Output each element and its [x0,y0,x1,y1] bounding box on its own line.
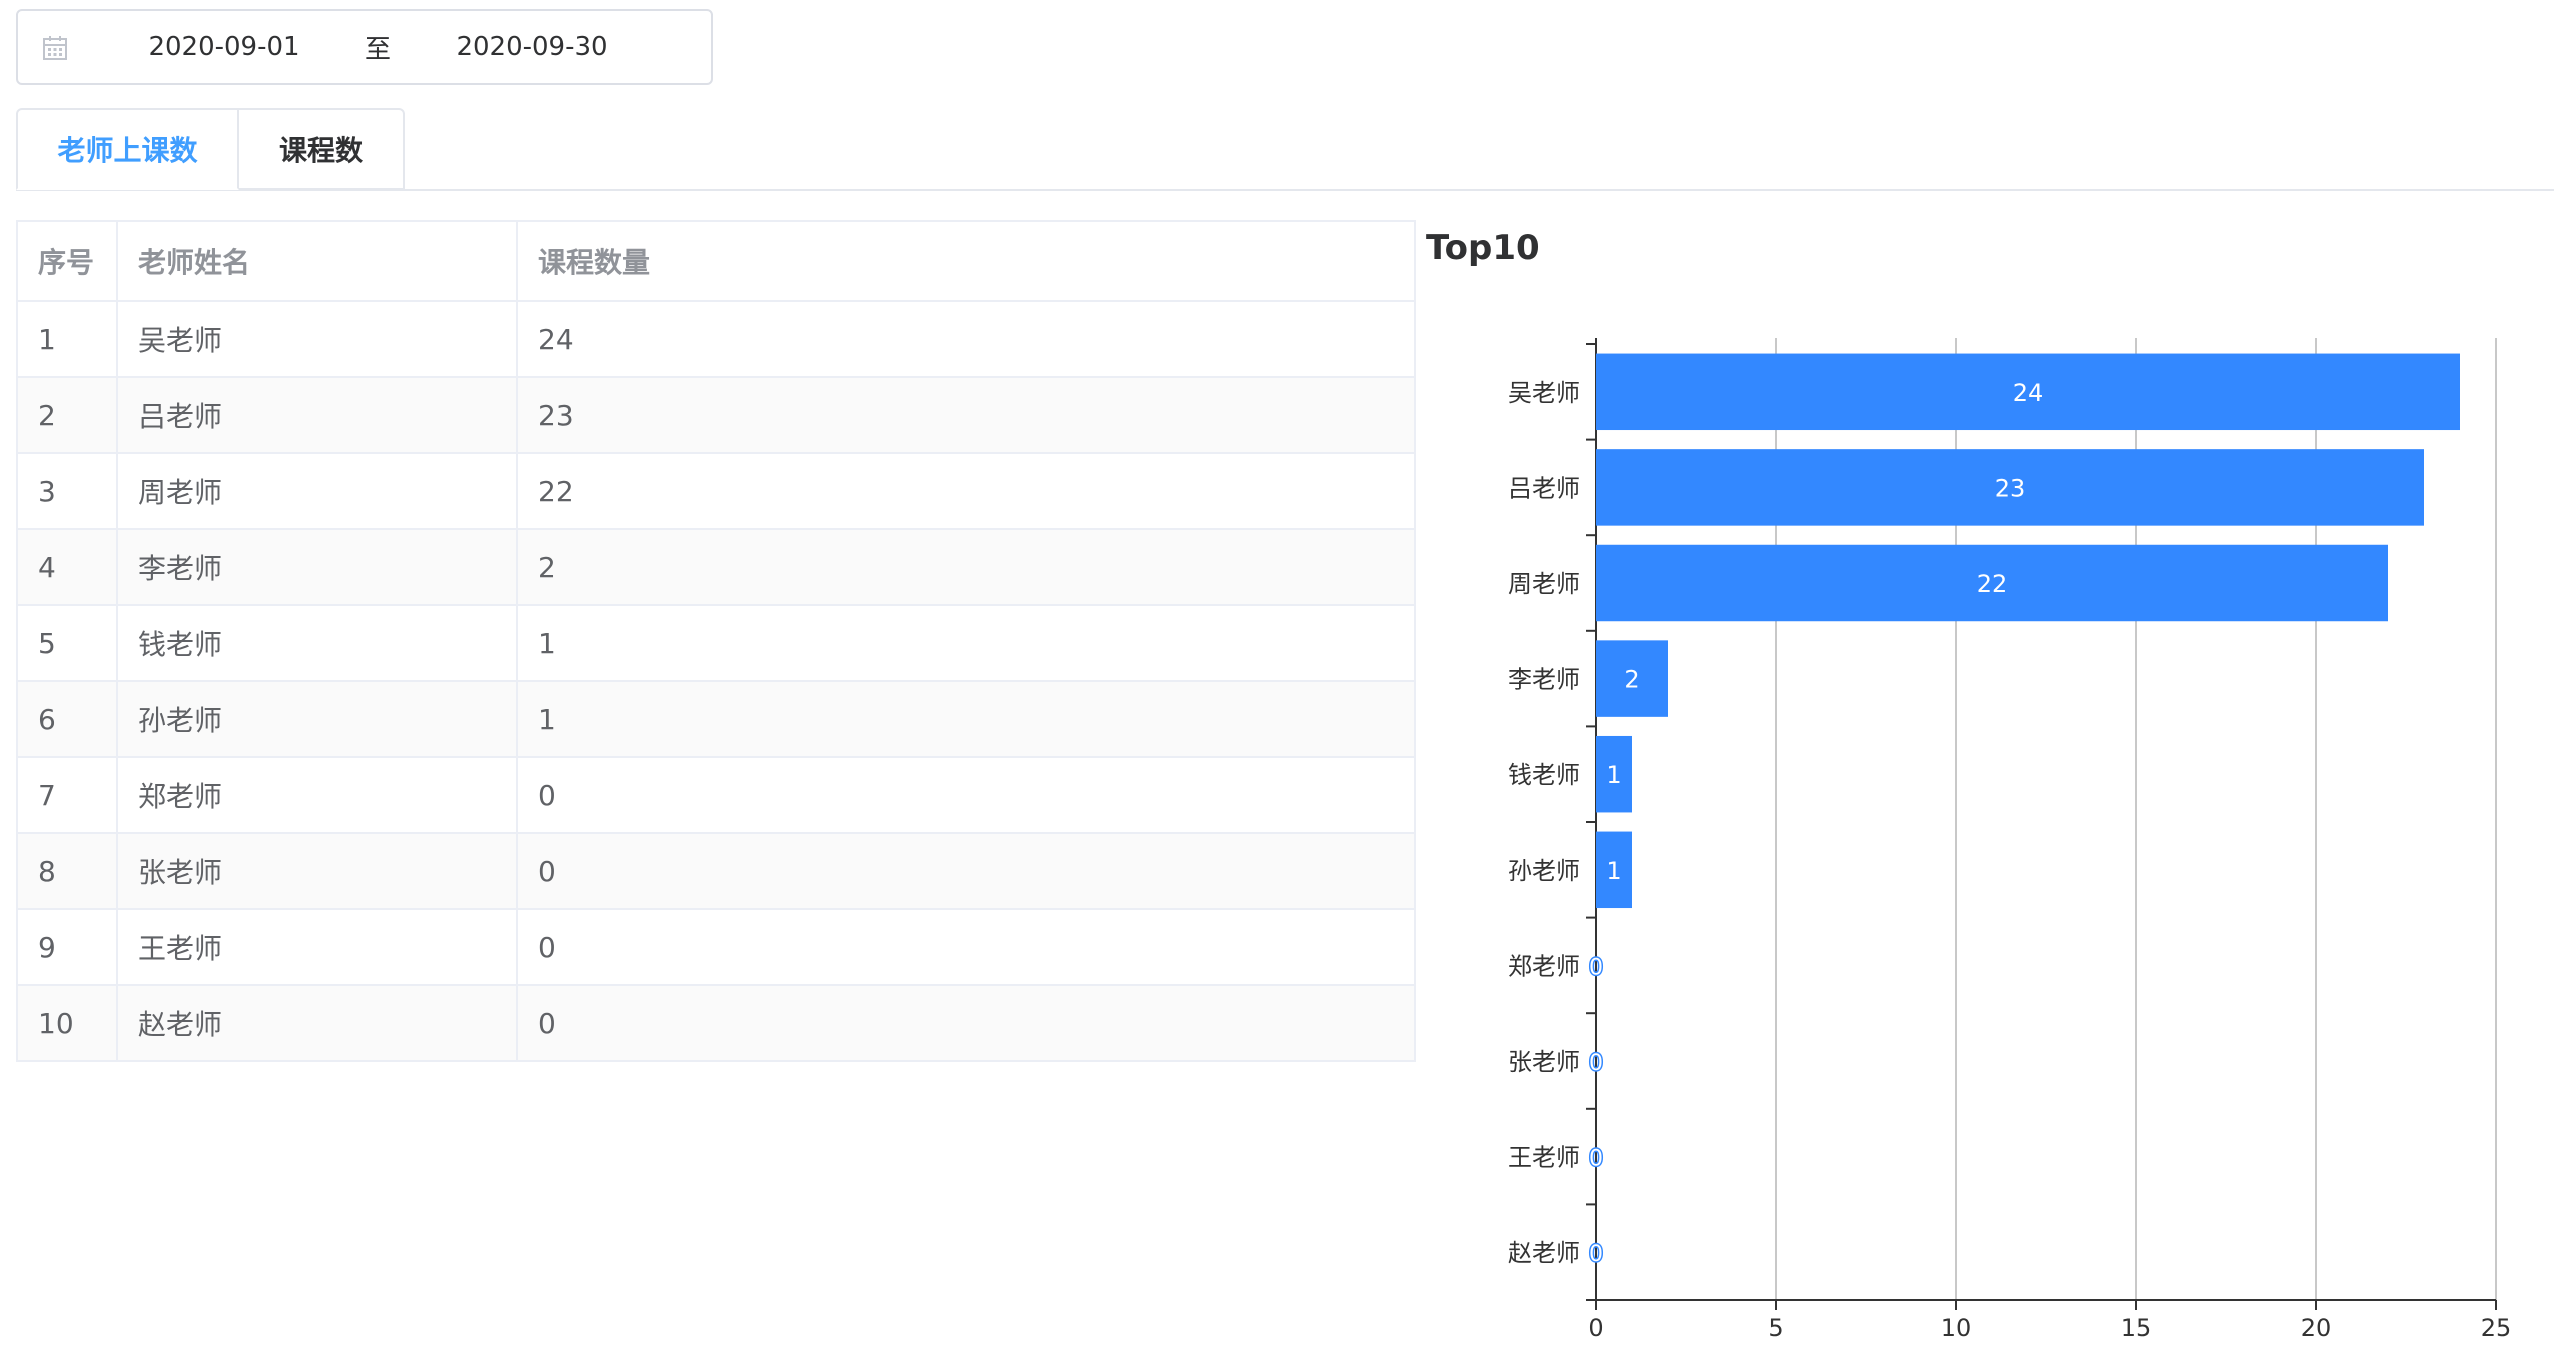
bar-value-label: 0 [1589,955,1603,980]
cell-count: 22 [516,452,1416,530]
cell-index: 4 [16,528,118,606]
cell-name: 钱老师 [116,604,518,682]
cell-name: 吴老师 [116,300,518,378]
table-header-row: 序号 老师姓名 课程数量 [16,220,1416,302]
bar-value-label: 24 [2013,379,2044,407]
cell-index: 2 [16,376,118,454]
cell-count: 0 [516,908,1416,986]
teacher-table: 序号 老师姓名 课程数量 1 吴老师 24 2 吕老师 23 3 周老师 22 … [16,220,1416,1062]
cell-name: 赵老师 [116,984,518,1062]
cell-count: 23 [516,376,1416,454]
cell-index: 5 [16,604,118,682]
table-row[interactable]: 2 吕老师 23 [16,376,1416,454]
range-separator: 至 [364,34,391,65]
bar-value-label: 2 [1624,666,1639,694]
cell-count: 0 [516,756,1416,834]
y-tick-label: 王老师 [1508,1144,1580,1172]
table-row[interactable]: 5 钱老师 1 [16,604,1416,682]
cell-index: 7 [16,756,118,834]
table-row[interactable]: 10 赵老师 0 [16,984,1416,1062]
tab-course-count[interactable]: 课程数 [239,108,405,190]
x-tick-label: 10 [1941,1314,1972,1342]
cell-name: 李老师 [116,528,518,606]
y-tick-label: 赵老师 [1508,1239,1580,1267]
cell-index: 3 [16,452,118,530]
cell-count: 1 [516,680,1416,758]
column-header-name: 老师姓名 [116,220,518,302]
bar-value-label: 1 [1606,761,1621,789]
bar-value-label: 1 [1606,857,1621,885]
cell-count: 2 [516,528,1416,606]
y-tick-label: 周老师 [1508,570,1580,598]
cell-count: 0 [516,984,1416,1062]
tab-teacher-classes[interactable]: 老师上课数 [16,108,239,190]
x-tick-label: 25 [2481,1314,2512,1342]
start-date-input[interactable]: 2020-09-01 [134,32,314,62]
bar-value-label: 22 [1977,570,2008,598]
bar-value-label: 0 [1589,1242,1603,1267]
cell-index: 10 [16,984,118,1062]
cell-name: 周老师 [116,452,518,530]
x-tick-label: 0 [1588,1314,1603,1342]
cell-index: 9 [16,908,118,986]
chart-canvas: 0 5 10 15 20 25 吴老师 24 吕老师 23 周老师 22 李老师 2 钱老师 1 孙老师 1 郑老师… [1508,338,2512,1342]
tab-bar: 老师上课数 课程数 [16,108,405,190]
table-row[interactable]: 3 周老师 22 [16,452,1416,530]
cell-name: 孙老师 [116,680,518,758]
x-tick-label: 20 [2301,1314,2332,1342]
cell-count: 0 [516,832,1416,910]
cell-index: 1 [16,300,118,378]
table-row[interactable]: 1 吴老师 24 [16,300,1416,378]
cell-index: 6 [16,680,118,758]
y-tick-label: 李老师 [1508,666,1580,694]
table-row[interactable]: 8 张老师 0 [16,832,1416,910]
x-tick-label: 5 [1768,1314,1783,1342]
cell-name: 吕老师 [116,376,518,454]
date-range-picker[interactable]: 2020-09-01 至 2020-09-30 [16,9,713,85]
table-row[interactable]: 4 李老师 2 [16,528,1416,606]
cell-name: 郑老师 [116,756,518,834]
y-tick-label: 孙老师 [1508,857,1580,885]
cell-count: 24 [516,300,1416,378]
y-tick-label: 郑老师 [1508,952,1580,980]
y-tick-label: 张老师 [1508,1048,1580,1076]
calendar-icon [43,36,67,60]
bar-value-label: 23 [1995,474,2026,502]
cell-name: 张老师 [116,832,518,910]
y-tick-label: 吕老师 [1508,474,1580,502]
top10-chart: Top10 0 5 10 15 20 25 吴老师 24 吕老师 23 周老师 22 李老师 2 钱老师 1 孙… [1420,220,2554,1368]
y-tick-label: 钱老师 [1508,761,1580,789]
x-tick-label: 15 [2121,1314,2152,1342]
cell-index: 8 [16,832,118,910]
table-row[interactable]: 9 王老师 0 [16,908,1416,986]
column-header-index: 序号 [16,220,118,302]
bar-value-label: 0 [1589,1147,1603,1172]
table-row[interactable]: 7 郑老师 0 [16,756,1416,834]
column-header-count: 课程数量 [516,220,1416,302]
end-date-input[interactable]: 2020-09-30 [442,32,622,62]
table-row[interactable]: 6 孙老师 1 [16,680,1416,758]
cell-name: 王老师 [116,908,518,986]
y-tick-label: 吴老师 [1508,379,1580,407]
cell-count: 1 [516,604,1416,682]
bar-value-label: 0 [1589,1051,1603,1076]
